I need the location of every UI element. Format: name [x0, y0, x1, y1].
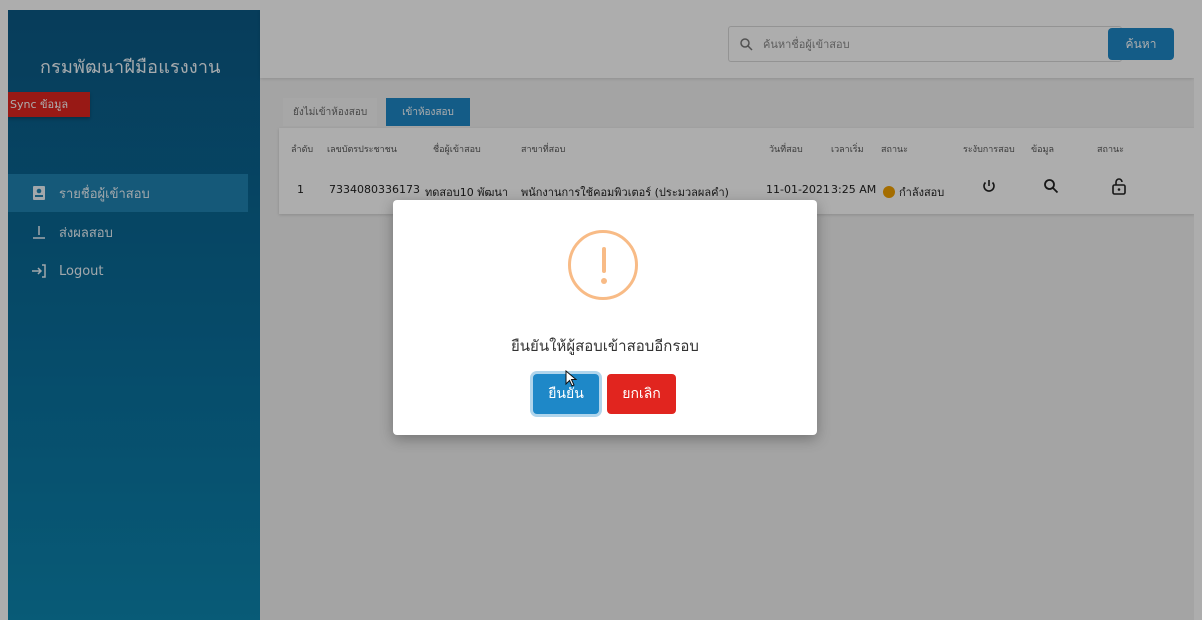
- cancel-button[interactable]: ยกเลิก: [607, 374, 676, 414]
- mouse-cursor-icon: [565, 369, 579, 388]
- confirm-dialog: ยืนยันให้ผู้สอบเข้าสอบอีกรอบ ยืนยัน ยกเล…: [393, 200, 817, 435]
- dialog-message: ยืนยันให้ผู้สอบเข้าสอบอีกรอบ: [511, 337, 699, 355]
- warning-icon: [568, 230, 638, 300]
